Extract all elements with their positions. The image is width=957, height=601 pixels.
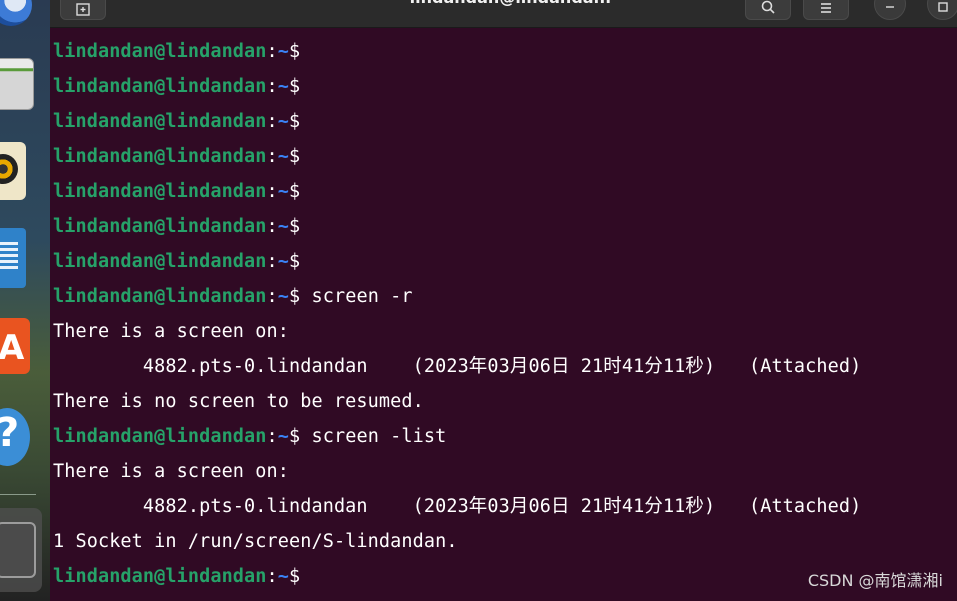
prompt-symbol: $ bbox=[289, 41, 301, 62]
prompt-colon: : bbox=[266, 41, 278, 62]
prompt-path: ~ bbox=[277, 426, 290, 447]
watermark: CSDN @南馆潇湘i bbox=[807, 571, 943, 590]
prompt-symbol: $ bbox=[289, 181, 301, 202]
prompt-user: lindandan@lindandan bbox=[53, 566, 267, 587]
prompt-colon: : bbox=[266, 146, 278, 167]
prompt-symbol: $ bbox=[289, 426, 301, 447]
dock: A ? bbox=[0, 0, 50, 601]
prompt-line: lindandan@lindandan:~$ bbox=[53, 244, 300, 279]
libreoffice-writer-icon[interactable] bbox=[0, 228, 26, 288]
output-line: 4882.pts-0.lindandan (2023年03月06日 21时41分… bbox=[53, 356, 862, 377]
search-icon bbox=[761, 0, 775, 14]
output-line: There is a screen on: bbox=[53, 321, 289, 342]
prompt-symbol: $ bbox=[289, 251, 301, 272]
terminal-output[interactable]: lindandan@lindandan:~$ lindandan@lindanda… bbox=[50, 28, 957, 601]
prompt-path: ~ bbox=[277, 216, 290, 237]
help-glyph: ? bbox=[0, 410, 19, 456]
prompt-user: lindandan@lindandan bbox=[53, 216, 267, 237]
prompt-path: ~ bbox=[277, 111, 290, 132]
prompt-line: lindandan@lindandan:~$ screen -list bbox=[53, 419, 446, 454]
prompt-colon: : bbox=[266, 566, 278, 587]
prompt-user: lindandan@lindandan bbox=[53, 146, 267, 167]
prompt-user: lindandan@lindandan bbox=[53, 286, 267, 307]
search-button[interactable] bbox=[745, 0, 791, 20]
menu-button[interactable] bbox=[803, 0, 849, 20]
prompt-symbol: $ bbox=[289, 111, 301, 132]
prompt-path: ~ bbox=[277, 41, 290, 62]
prompt-colon: : bbox=[266, 181, 278, 202]
prompt-colon: : bbox=[266, 426, 278, 447]
prompt-symbol: $ bbox=[289, 146, 301, 167]
prompt-user: lindandan@lindandan bbox=[53, 111, 267, 132]
prompt-path: ~ bbox=[277, 251, 290, 272]
prompt-line: lindandan@lindandan:~$ bbox=[53, 104, 300, 139]
prompt-line: lindandan@lindandan:~$ bbox=[53, 69, 300, 104]
prompt-symbol: $ bbox=[289, 286, 301, 307]
output-line: There is a screen on: bbox=[53, 461, 289, 482]
prompt-path: ~ bbox=[277, 181, 290, 202]
prompt-colon: : bbox=[266, 251, 278, 272]
prompt-colon: : bbox=[266, 111, 278, 132]
prompt-path: ~ bbox=[277, 146, 290, 167]
rhythmbox-icon[interactable] bbox=[0, 142, 26, 200]
desktop-screen: A ? lindandan@lindandan: ~ bbox=[0, 0, 957, 601]
prompt-line: lindandan@lindandan:~$ bbox=[53, 209, 300, 244]
output-line: 4882.pts-0.lindandan (2023年03月06日 21时41分… bbox=[53, 496, 862, 517]
window-title: lindandan@lindandan: ~ bbox=[350, 0, 690, 8]
prompt-colon: : bbox=[266, 76, 278, 97]
dock-separator bbox=[0, 494, 36, 495]
maximize-button[interactable] bbox=[927, 0, 957, 20]
new-tab-button[interactable] bbox=[60, 0, 106, 20]
prompt-symbol: $ bbox=[289, 216, 301, 237]
prompt-symbol: $ bbox=[289, 76, 301, 97]
prompt-line: lindandan@lindandan:~$ screen -r bbox=[53, 279, 413, 314]
app-center-glyph: A bbox=[0, 328, 25, 368]
prompt-line: lindandan@lindandan:~$ bbox=[53, 559, 300, 594]
prompt-user: lindandan@lindandan bbox=[53, 76, 267, 97]
prompt-line: lindandan@lindandan:~$ bbox=[53, 139, 300, 174]
prompt-colon: : bbox=[266, 286, 278, 307]
new-tab-icon bbox=[76, 3, 90, 16]
terminal-titlebar: lindandan@lindandan: ~ bbox=[50, 0, 957, 28]
hamburger-menu-icon bbox=[821, 3, 831, 13]
output-line: 1 Socket in /run/screen/S-lindandan. bbox=[53, 531, 458, 552]
maximize-icon bbox=[938, 2, 948, 12]
prompt-user: lindandan@lindandan bbox=[53, 181, 267, 202]
prompt-line: lindandan@lindandan:~$ bbox=[53, 174, 300, 209]
minimize-button[interactable] bbox=[874, 0, 906, 20]
command-text: screen -list bbox=[300, 426, 447, 447]
thunderbird-icon[interactable] bbox=[0, 0, 32, 26]
prompt-colon: : bbox=[266, 216, 278, 237]
files-icon[interactable] bbox=[0, 58, 34, 110]
prompt-path: ~ bbox=[277, 76, 290, 97]
output-line: There is no screen to be resumed. bbox=[53, 391, 424, 412]
minimize-icon bbox=[886, 6, 894, 8]
prompt-symbol: $ bbox=[289, 566, 301, 587]
prompt-user: lindandan@lindandan bbox=[53, 41, 267, 62]
command-text: screen -r bbox=[300, 286, 413, 307]
prompt-path: ~ bbox=[277, 566, 290, 587]
show-apps-icon bbox=[0, 522, 36, 578]
prompt-path: ~ bbox=[277, 286, 290, 307]
prompt-line: lindandan@lindandan:~$ bbox=[53, 34, 300, 69]
prompt-user: lindandan@lindandan bbox=[53, 251, 267, 272]
prompt-user: lindandan@lindandan bbox=[53, 426, 267, 447]
